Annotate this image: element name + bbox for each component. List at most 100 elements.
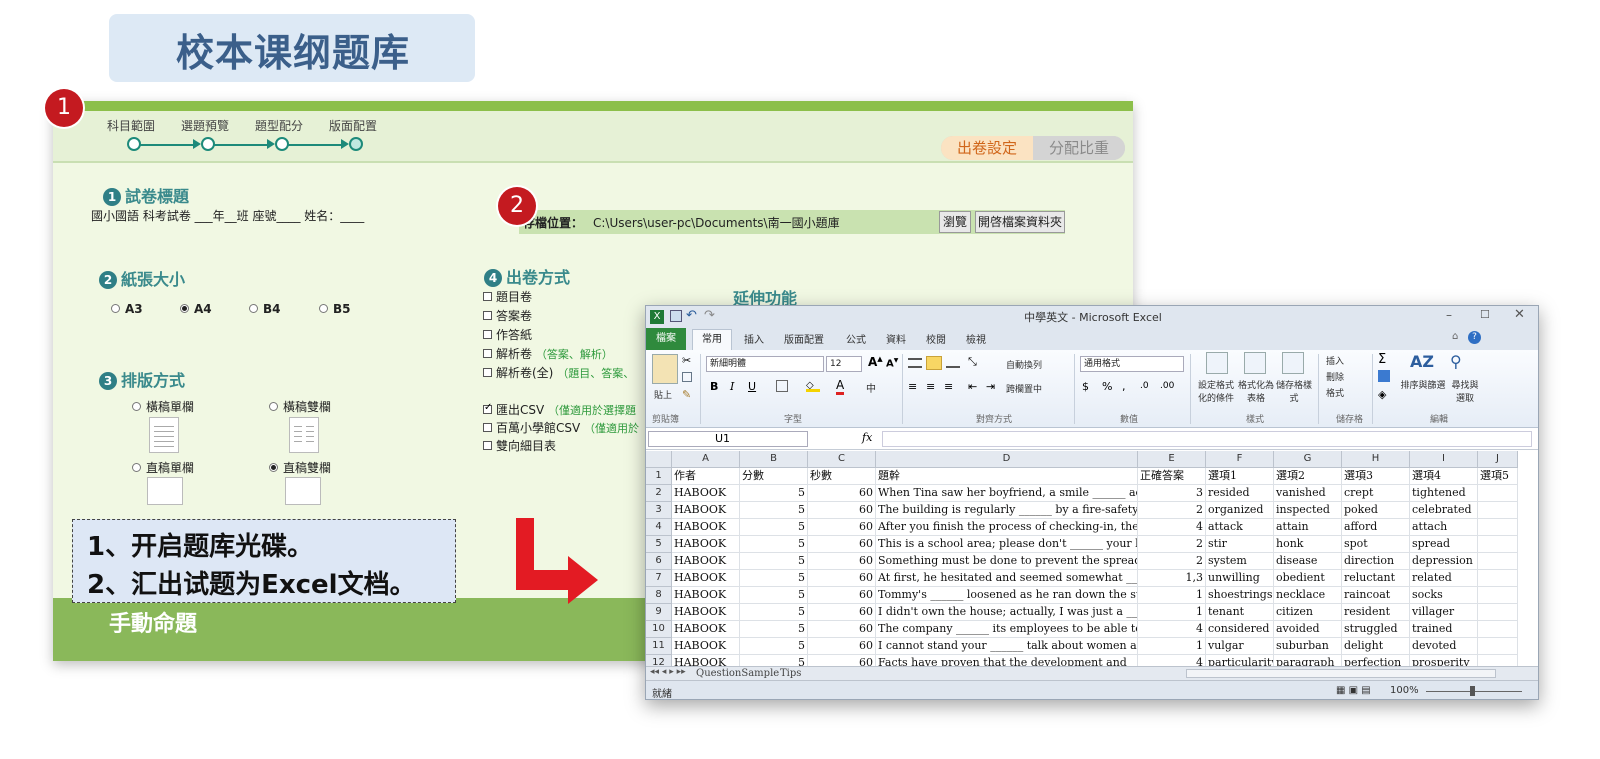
table-cell[interactable]: trained — [1410, 621, 1478, 638]
table-cell[interactable] — [1478, 536, 1518, 553]
table-cell[interactable]: I didn't own the house; actually, I was … — [876, 604, 1138, 621]
column-header[interactable]: G — [1274, 451, 1342, 468]
sheet-tab-tips[interactable]: Tips — [780, 668, 801, 679]
row-header[interactable]: 5 — [646, 536, 672, 553]
paper-option-b4[interactable]: B4 — [249, 302, 281, 316]
align-left-icon[interactable]: ≡ — [908, 380, 917, 393]
row-header[interactable]: 3 — [646, 502, 672, 519]
radio-icon[interactable] — [111, 304, 120, 313]
tab-distribution[interactable]: 分配比重 — [1033, 136, 1125, 160]
output-item-answer-sheet[interactable]: 作答紙 — [483, 326, 532, 343]
table-cell[interactable] — [1478, 519, 1518, 536]
find-select-button[interactable]: 尋找與選取 — [1448, 378, 1482, 404]
table-cell[interactable]: Something must be done to prevent the sp… — [876, 553, 1138, 570]
table-cell[interactable]: HABOOK — [672, 536, 740, 553]
table-cell[interactable]: attain — [1274, 519, 1342, 536]
column-header[interactable]: E — [1138, 451, 1206, 468]
table-cell[interactable]: 5 — [740, 536, 808, 553]
table-cell[interactable] — [1478, 587, 1518, 604]
radio-icon[interactable] — [269, 402, 278, 411]
table-cell[interactable]: 1 — [1138, 587, 1206, 604]
table-cell[interactable]: avoided — [1274, 621, 1342, 638]
decrease-decimal-icon[interactable]: .00 — [1160, 381, 1174, 391]
table-cell[interactable]: disease — [1274, 553, 1342, 570]
table-cell[interactable]: resided — [1206, 485, 1274, 502]
table-cell[interactable]: villager — [1410, 604, 1478, 621]
table-cell[interactable]: 4 — [1138, 621, 1206, 638]
table-cell[interactable]: 2 — [1138, 553, 1206, 570]
table-cell[interactable]: resident — [1342, 604, 1410, 621]
percent-icon[interactable]: % — [1102, 380, 1112, 393]
font-name-select[interactable]: 新細明體 — [706, 356, 824, 372]
table-cell[interactable]: 60 — [808, 502, 876, 519]
table-cell[interactable]: 5 — [740, 570, 808, 587]
table-cell[interactable]: afford — [1342, 519, 1410, 536]
table-cell[interactable]: 60 — [808, 570, 876, 587]
comma-icon[interactable]: , — [1122, 380, 1126, 393]
column-header[interactable]: H — [1342, 451, 1410, 468]
table-cell[interactable]: 作者 — [672, 468, 740, 485]
table-cell[interactable]: poked — [1342, 502, 1410, 519]
decrease-indent-icon[interactable]: ⇤ — [968, 380, 977, 393]
column-header[interactable]: F — [1206, 451, 1274, 468]
cut-icon[interactable]: ✂ — [682, 354, 691, 367]
table-cell[interactable]: devoted — [1410, 638, 1478, 655]
table-cell[interactable]: 5 — [740, 604, 808, 621]
table-cell[interactable]: The building is regularly ______ by a fi… — [876, 502, 1138, 519]
orientation-icon[interactable]: ⤡ — [968, 355, 977, 369]
table-cell[interactable]: 5 — [740, 502, 808, 519]
export-item-csv-million[interactable]: 百萬小學館CSV （僅適用於 — [483, 419, 639, 436]
column-header[interactable]: D — [876, 451, 1138, 468]
table-cell[interactable]: 60 — [808, 604, 876, 621]
tab-formulas[interactable]: 公式 — [846, 331, 866, 346]
italic-icon[interactable]: I — [730, 380, 734, 393]
zoom-level[interactable]: 100% — [1390, 685, 1419, 696]
table-cell[interactable]: attach — [1410, 519, 1478, 536]
table-cell[interactable]: attack — [1206, 519, 1274, 536]
checkbox-icon[interactable] — [483, 349, 492, 358]
table-cell[interactable]: delight — [1342, 638, 1410, 655]
radio-icon[interactable] — [132, 463, 141, 472]
row-header[interactable]: 4 — [646, 519, 672, 536]
tab-page-layout[interactable]: 版面配置 — [784, 331, 824, 346]
row-header[interactable]: 2 — [646, 485, 672, 502]
align-top-icon[interactable] — [908, 358, 922, 368]
step-label-score[interactable]: 題型配分 — [255, 117, 303, 134]
view-buttons-icon[interactable]: ▦ ▣ ▤ — [1336, 685, 1371, 696]
step-label-preview[interactable]: 選題預覽 — [181, 117, 229, 134]
table-cell[interactable]: 60 — [808, 519, 876, 536]
sort-filter-icon[interactable]: AZ — [1410, 352, 1434, 371]
tab-exam-settings[interactable]: 出卷設定 — [941, 136, 1033, 160]
format-table-icon[interactable] — [1244, 352, 1266, 374]
column-header[interactable]: C — [808, 451, 876, 468]
table-cell[interactable] — [1478, 621, 1518, 638]
table-cell[interactable]: organized — [1206, 502, 1274, 519]
align-center-icon[interactable]: ≡ — [926, 380, 935, 393]
checkbox-icon[interactable] — [483, 292, 492, 301]
table-cell[interactable] — [1478, 570, 1518, 587]
radio-icon[interactable] — [319, 304, 328, 313]
table-cell[interactable]: 選項2 — [1274, 468, 1342, 485]
shrink-font-icon[interactable]: A▼ — [886, 357, 898, 369]
table-cell[interactable]: 選項4 — [1410, 468, 1478, 485]
step-dot-score[interactable] — [275, 137, 289, 151]
layout-thumb-v-single-icon[interactable] — [147, 477, 183, 505]
table-cell[interactable]: vanished — [1274, 485, 1342, 502]
checkbox-icon[interactable] — [483, 423, 492, 432]
table-cell[interactable]: 5 — [740, 638, 808, 655]
format-table-button[interactable]: 格式化為表格 — [1238, 378, 1274, 404]
table-cell[interactable]: 5 — [740, 485, 808, 502]
table-cell[interactable]: tenant — [1206, 604, 1274, 621]
conditional-format-icon[interactable] — [1206, 352, 1228, 374]
sheet-nav-icon[interactable]: ◂◂ ◂ ▸ ▸▸ — [650, 667, 686, 677]
close-icon[interactable]: ✕ — [1514, 307, 1525, 322]
table-cell[interactable]: HABOOK — [672, 485, 740, 502]
row-header[interactable]: 9 — [646, 604, 672, 621]
autosum-icon[interactable]: Σ — [1378, 352, 1386, 367]
step-dot-subject[interactable] — [127, 137, 141, 151]
table-cell[interactable]: suburban — [1274, 638, 1342, 655]
table-cell[interactable]: 60 — [808, 553, 876, 570]
paper-option-a4[interactable]: A4 — [180, 302, 212, 316]
increase-indent-icon[interactable]: ⇥ — [986, 380, 995, 393]
table-cell[interactable]: HABOOK — [672, 570, 740, 587]
